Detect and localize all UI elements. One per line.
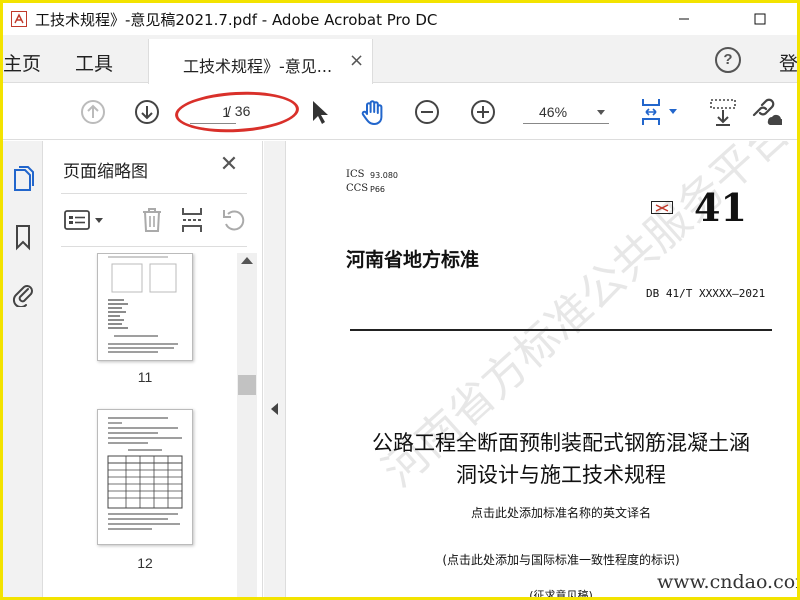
standard-code: DB 41/T XXXXX—2021	[646, 287, 766, 300]
left-icon-rail	[3, 141, 43, 597]
thumbnail-options-icon[interactable]	[63, 205, 109, 235]
login-link[interactable]: 登	[779, 49, 797, 76]
scroll-mode-icon[interactable]	[707, 98, 739, 126]
page-thumbnails-panel: 页面缩略图 ✕ 11 12	[43, 141, 263, 597]
delete-page-icon[interactable]	[137, 205, 167, 235]
select-cursor-icon[interactable]	[305, 98, 333, 126]
document-page: 河南省方标准公共服务平台 ICS 93.080 CCS P66 41 河南省地方…	[286, 141, 797, 597]
close-tab-icon[interactable]: ×	[349, 50, 364, 71]
maximize-button[interactable]	[737, 3, 783, 35]
bookmark-icon[interactable]	[9, 221, 37, 253]
site-watermark: www.cndao.com	[657, 571, 797, 593]
scrollbar-thumb[interactable]	[238, 375, 256, 395]
page-thumbnails-icon[interactable]	[9, 163, 37, 195]
ccs-value: P66	[370, 185, 386, 194]
ics-value: 93.080	[370, 171, 398, 180]
previous-page-icon[interactable]	[79, 98, 107, 126]
thumbnail-scrollbar[interactable]	[237, 253, 257, 597]
window-title: 工技术规程》-意见稿2021.7.pdf - Adobe Acrobat Pro…	[35, 10, 438, 29]
insert-page-icon[interactable]	[177, 205, 207, 235]
help-icon[interactable]: ?	[715, 47, 741, 73]
document-title-line2: 洞设计与施工技术规程	[456, 463, 666, 487]
thumbnail-page-number: 11	[137, 369, 153, 385]
collapse-arrow-icon[interactable]	[271, 403, 278, 415]
tab-bar: 主页 工具 工技术规程》-意见... × ? 登	[3, 35, 797, 84]
main-toolbar: 1 / 36 46%	[3, 84, 797, 140]
panel-divider	[61, 246, 247, 247]
page-thumbnail-12[interactable]	[97, 409, 193, 545]
minimize-button[interactable]	[661, 3, 707, 35]
panel-title: 页面缩略图	[63, 162, 148, 182]
standard-mark-icon	[651, 201, 673, 214]
scroll-up-arrow-icon[interactable]	[241, 257, 253, 264]
next-page-icon[interactable]	[133, 98, 161, 126]
hand-tool-icon[interactable]	[359, 98, 387, 126]
zoom-out-icon[interactable]	[413, 98, 441, 126]
standard-number: 41	[694, 185, 747, 230]
red-annotation-ellipse	[174, 88, 300, 136]
page-thumbnail-11[interactable]	[97, 253, 193, 361]
rotate-page-icon[interactable]	[219, 205, 249, 235]
share-link-icon[interactable]	[747, 98, 783, 126]
document-title-line1: 公路工程全断面预制装配式钢筋混凝土涵	[372, 431, 750, 455]
tab-document[interactable]: 工技术规程》-意见... ×	[148, 39, 373, 84]
tab-home[interactable]: 主页	[3, 49, 41, 76]
acrobat-window: 工技术规程》-意见稿2021.7.pdf - Adobe Acrobat Pro…	[3, 3, 797, 597]
attachment-icon[interactable]	[9, 277, 37, 309]
close-panel-icon[interactable]: ✕	[217, 153, 241, 177]
title-bar: 工技术规程》-意见稿2021.7.pdf - Adobe Acrobat Pro…	[3, 3, 797, 35]
chevron-down-icon[interactable]	[597, 110, 605, 115]
thumbnail-list: 11 12	[61, 253, 237, 597]
thumbnail-page-number: 12	[137, 555, 153, 571]
zoom-in-icon[interactable]	[469, 98, 497, 126]
tab-tools[interactable]: 工具	[75, 49, 113, 76]
document-tab-label: 工技术规程》-意见...	[183, 57, 333, 76]
acrobat-app-icon[interactable]	[11, 11, 27, 27]
ics-label: ICS	[346, 169, 365, 180]
english-title-placeholder: 点击此处添加标准名称的英文译名	[470, 506, 651, 520]
header-rule	[350, 329, 772, 331]
panel-collapse-strip[interactable]	[264, 141, 286, 597]
active-panel-pointer	[43, 171, 51, 187]
fit-page-icon[interactable]	[639, 98, 683, 126]
ccs-label: CCS	[346, 183, 369, 194]
consistency-placeholder: (点击此处添加与国际标准一致性程度的标识)	[442, 553, 680, 567]
standard-category-title: 河南省地方标准	[346, 249, 480, 271]
panel-divider	[61, 193, 247, 194]
